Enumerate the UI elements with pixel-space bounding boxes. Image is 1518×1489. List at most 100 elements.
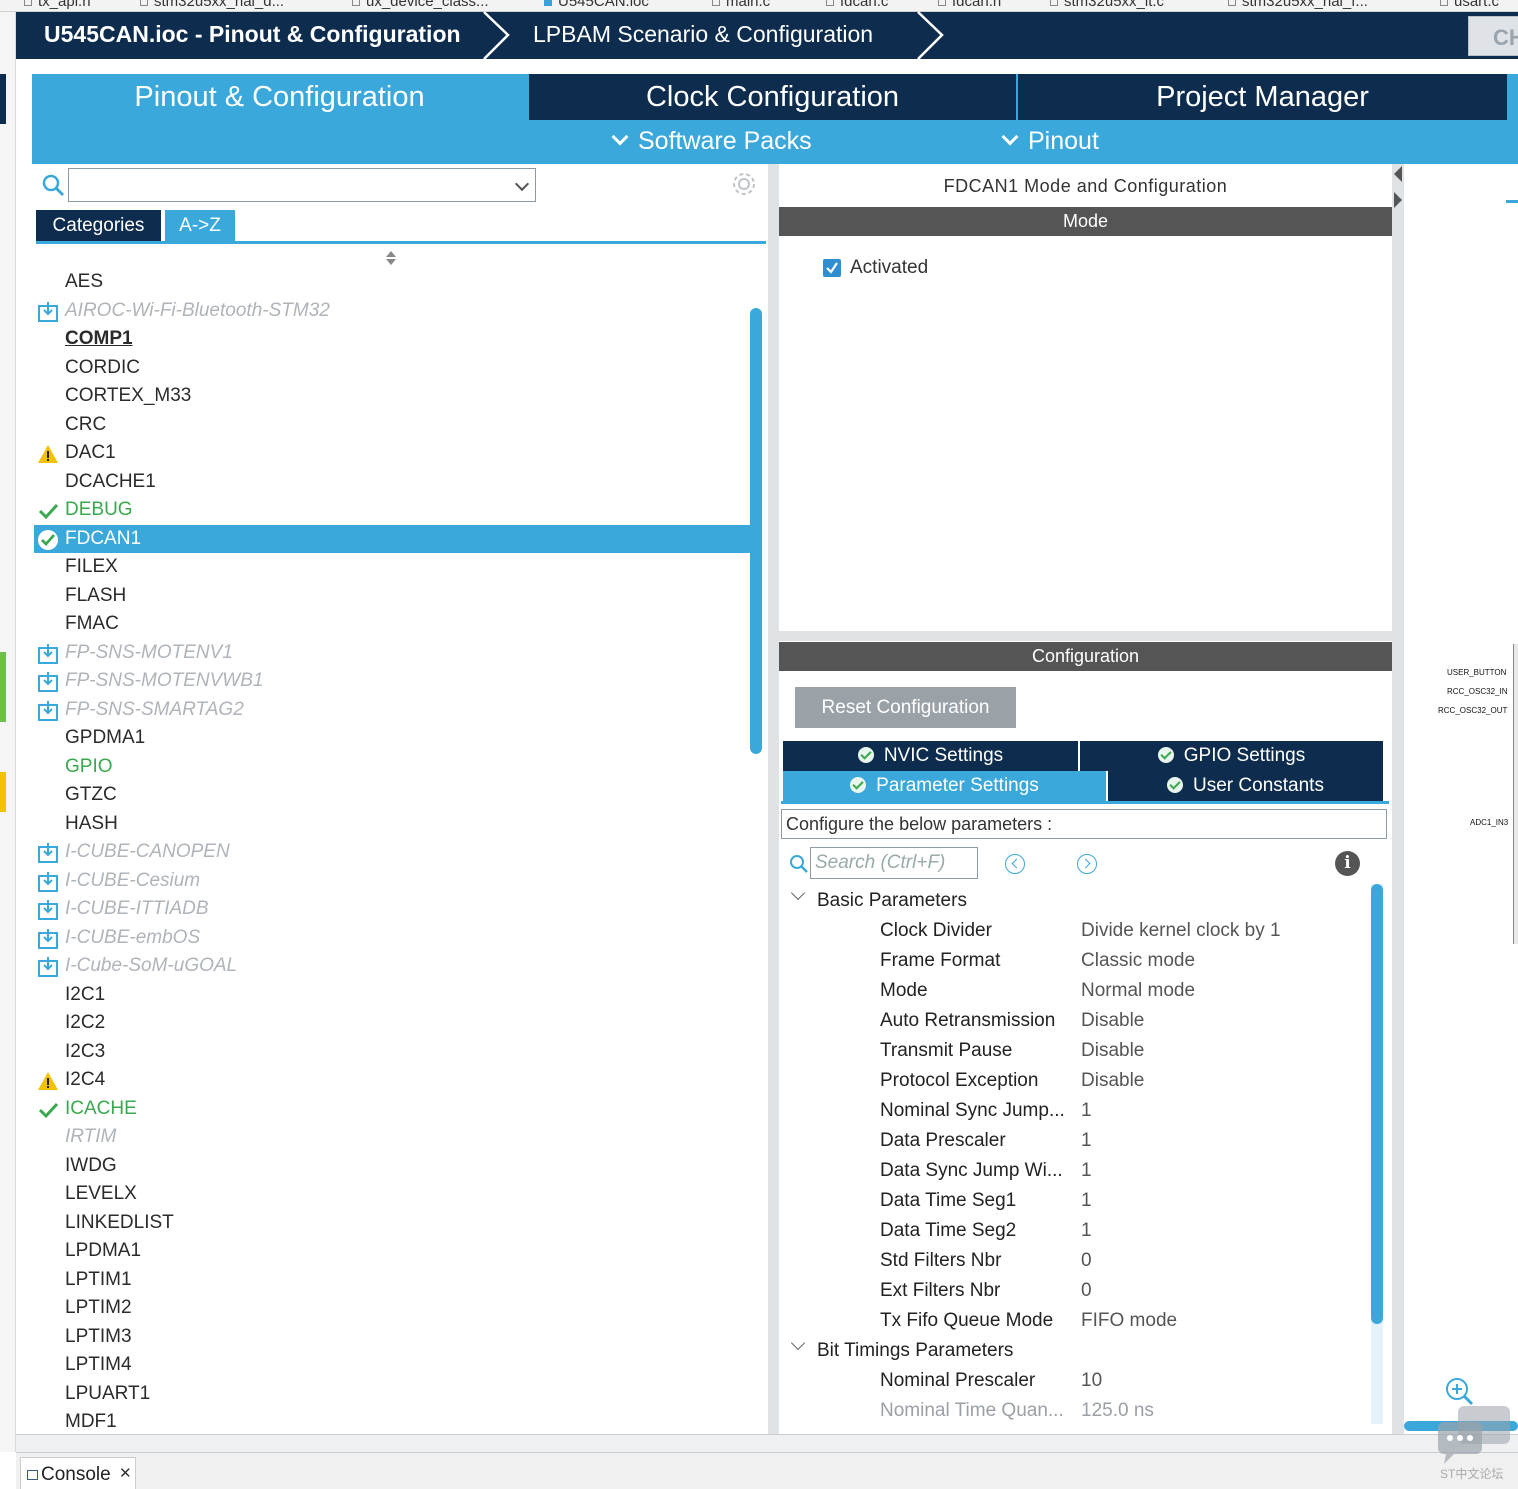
- peripheral-item[interactable]: DCACHE1: [34, 468, 750, 496]
- tab-a-z[interactable]: A->Z: [165, 210, 235, 242]
- peripheral-item[interactable]: MDF1: [34, 1408, 750, 1434]
- pin-label[interactable]: USER_BUTTON: [1447, 668, 1506, 677]
- breadcrumb-lpbam[interactable]: LPBAM Scenario & Configuration: [533, 21, 873, 48]
- collapse-strip[interactable]: [1392, 164, 1404, 1434]
- peripheral-item[interactable]: IRTIM: [34, 1123, 750, 1151]
- parameter-value[interactable]: Disable: [1081, 1040, 1144, 1062]
- pin-label[interactable]: RCC_OSC32_OUT: [1438, 706, 1507, 715]
- peripheral-item[interactable]: FILEX: [34, 553, 750, 581]
- parameter-value[interactable]: Disable: [1081, 1070, 1144, 1092]
- pinout-view[interactable]: USER_BUTTON RCC_OSC32_IN RCC_OSC32_OUT A…: [1404, 164, 1518, 1434]
- peripheral-item[interactable]: IWDG: [34, 1152, 750, 1180]
- peripheral-item[interactable]: FMAC: [34, 610, 750, 638]
- parameter-search-input[interactable]: Search (Ctrl+F): [810, 847, 978, 879]
- peripheral-item[interactable]: CORDIC: [34, 354, 750, 382]
- tab-clock-configuration[interactable]: Clock Configuration: [529, 74, 1016, 120]
- reset-configuration-button[interactable]: Reset Configuration: [795, 687, 1016, 728]
- peripheral-item[interactable]: FP-SNS-SMARTAG2: [34, 696, 750, 724]
- parameter-name[interactable]: Nominal Sync Jump...: [880, 1100, 1074, 1122]
- parameter-name[interactable]: Nominal Time Quan...: [880, 1400, 1074, 1422]
- peripheral-search-combo[interactable]: [68, 168, 536, 202]
- peripheral-item[interactable]: GPDMA1: [34, 724, 750, 752]
- tab-user-constants[interactable]: User Constants: [1108, 771, 1383, 801]
- collapse-left-icon[interactable]: [1394, 166, 1402, 182]
- peripheral-item[interactable]: LPTIM2: [34, 1294, 750, 1322]
- tab-categories[interactable]: Categories: [36, 210, 161, 242]
- parameter-name[interactable]: Protocol Exception: [880, 1070, 1074, 1092]
- tab-pinout-configuration[interactable]: Pinout & Configuration: [32, 74, 527, 120]
- peripheral-item[interactable]: I2C1: [34, 981, 750, 1009]
- parameter-name[interactable]: Data Time Seg2: [880, 1220, 1074, 1242]
- peripheral-item[interactable]: LINKEDLIST: [34, 1209, 750, 1237]
- breadcrumb-file[interactable]: U545CAN.ioc - Pinout & Configuration: [44, 21, 461, 48]
- chevron-down-icon[interactable]: [790, 885, 806, 901]
- pin-label[interactable]: RCC_OSC32_IN: [1447, 687, 1507, 696]
- parameter-value[interactable]: 1: [1081, 1190, 1092, 1212]
- peripheral-item[interactable]: I2C2: [34, 1009, 750, 1037]
- scrollbar-thumb[interactable]: [1371, 884, 1383, 1324]
- editor-tab[interactable]: stm32u5xx_hal_d...: [140, 0, 284, 10]
- parameter-value[interactable]: 1: [1081, 1100, 1092, 1122]
- scrollbar-thumb[interactable]: [750, 308, 762, 754]
- parameter-value[interactable]: 0: [1081, 1250, 1092, 1272]
- pinout-menu[interactable]: Pinout: [1001, 127, 1099, 156]
- panel-divider[interactable]: [779, 631, 1392, 641]
- generate-code-button[interactable]: CH: [1468, 16, 1518, 56]
- parameter-name[interactable]: Nominal Prescaler: [880, 1370, 1074, 1392]
- parameter-group[interactable]: Basic Parameters: [817, 890, 967, 912]
- parameter-name[interactable]: Std Filters Nbr: [880, 1250, 1074, 1272]
- parameter-value[interactable]: FIFO mode: [1081, 1310, 1177, 1332]
- tab-nvic-settings[interactable]: NVIC Settings: [783, 741, 1078, 771]
- peripheral-item[interactable]: COMP1: [34, 325, 750, 353]
- parameter-scrollbar[interactable]: [1371, 884, 1383, 1424]
- peripheral-item[interactable]: FP-SNS-MOTENVWB1: [34, 667, 750, 695]
- tab-parameter-settings[interactable]: Parameter Settings: [783, 771, 1106, 801]
- editor-tab[interactable]: fdcan.h: [938, 0, 1001, 10]
- gear-icon[interactable]: [730, 170, 758, 198]
- peripheral-item[interactable]: I2C3: [34, 1038, 750, 1066]
- editor-tab[interactable]: stm32u5xx_it.c: [1050, 0, 1164, 10]
- panel-splitter[interactable]: [768, 164, 779, 1434]
- parameter-value[interactable]: Disable: [1081, 1010, 1144, 1032]
- parameter-value[interactable]: Divide kernel clock by 1: [1081, 920, 1281, 942]
- parameter-name[interactable]: Data Sync Jump Wi...: [880, 1160, 1074, 1182]
- parameter-value[interactable]: 1: [1081, 1130, 1092, 1152]
- tab-project-manager[interactable]: Project Manager: [1018, 74, 1507, 120]
- peripheral-item[interactable]: I-Cube-SoM-uGOAL: [34, 952, 750, 980]
- peripheral-item[interactable]: AES: [34, 268, 750, 296]
- peripheral-item[interactable]: AIROC-Wi-Fi-Bluetooth-STM32: [34, 297, 750, 325]
- parameter-name[interactable]: Tx Fifo Queue Mode: [880, 1310, 1074, 1332]
- peripheral-item[interactable]: I-CUBE-embOS: [34, 924, 750, 952]
- peripheral-item[interactable]: I-CUBE-Cesium: [34, 867, 750, 895]
- parameter-name[interactable]: Mode: [880, 980, 1074, 1002]
- editor-tab-active[interactable]: U545CAN.ioc: [544, 0, 649, 10]
- peripheral-item[interactable]: CRC: [34, 411, 750, 439]
- peripheral-item[interactable]: CORTEX_M33: [34, 382, 750, 410]
- zoom-in-icon[interactable]: [1444, 1376, 1474, 1406]
- peripheral-item[interactable]: GTZC: [34, 781, 750, 809]
- peripheral-item[interactable]: I-CUBE-CANOPEN: [34, 838, 750, 866]
- software-packs-menu[interactable]: Software Packs: [611, 127, 812, 156]
- close-icon[interactable]: ✕: [119, 1464, 132, 1482]
- chevron-down-icon[interactable]: [514, 176, 530, 192]
- editor-tab[interactable]: usart.c: [1440, 0, 1499, 10]
- peripheral-item[interactable]: I-CUBE-ITTIADB: [34, 895, 750, 923]
- peripheral-item[interactable]: LPDMA1: [34, 1237, 750, 1265]
- peripheral-item[interactable]: I2C4: [34, 1066, 750, 1094]
- editor-tab[interactable]: ux_device_class...: [352, 0, 489, 10]
- peripheral-item[interactable]: FP-SNS-MOTENV1: [34, 639, 750, 667]
- info-icon[interactable]: i: [1335, 851, 1360, 876]
- peripheral-item[interactable]: LEVELX: [34, 1180, 750, 1208]
- peripheral-item[interactable]: FLASH: [34, 582, 750, 610]
- previous-match-icon[interactable]: [1005, 854, 1025, 874]
- expand-right-icon[interactable]: [1394, 192, 1402, 208]
- parameter-name[interactable]: Ext Filters Nbr: [880, 1280, 1074, 1302]
- chevron-down-icon[interactable]: [790, 1335, 806, 1351]
- editor-tab[interactable]: main.c: [712, 0, 770, 10]
- editor-tab[interactable]: tx_api.h: [24, 0, 91, 10]
- sort-icon[interactable]: [385, 250, 397, 266]
- peripheral-item[interactable]: LPTIM1: [34, 1266, 750, 1294]
- peripheral-item[interactable]: FDCAN1: [34, 524, 750, 553]
- activated-checkbox[interactable]: [823, 259, 841, 277]
- tab-gpio-settings[interactable]: GPIO Settings: [1080, 741, 1383, 771]
